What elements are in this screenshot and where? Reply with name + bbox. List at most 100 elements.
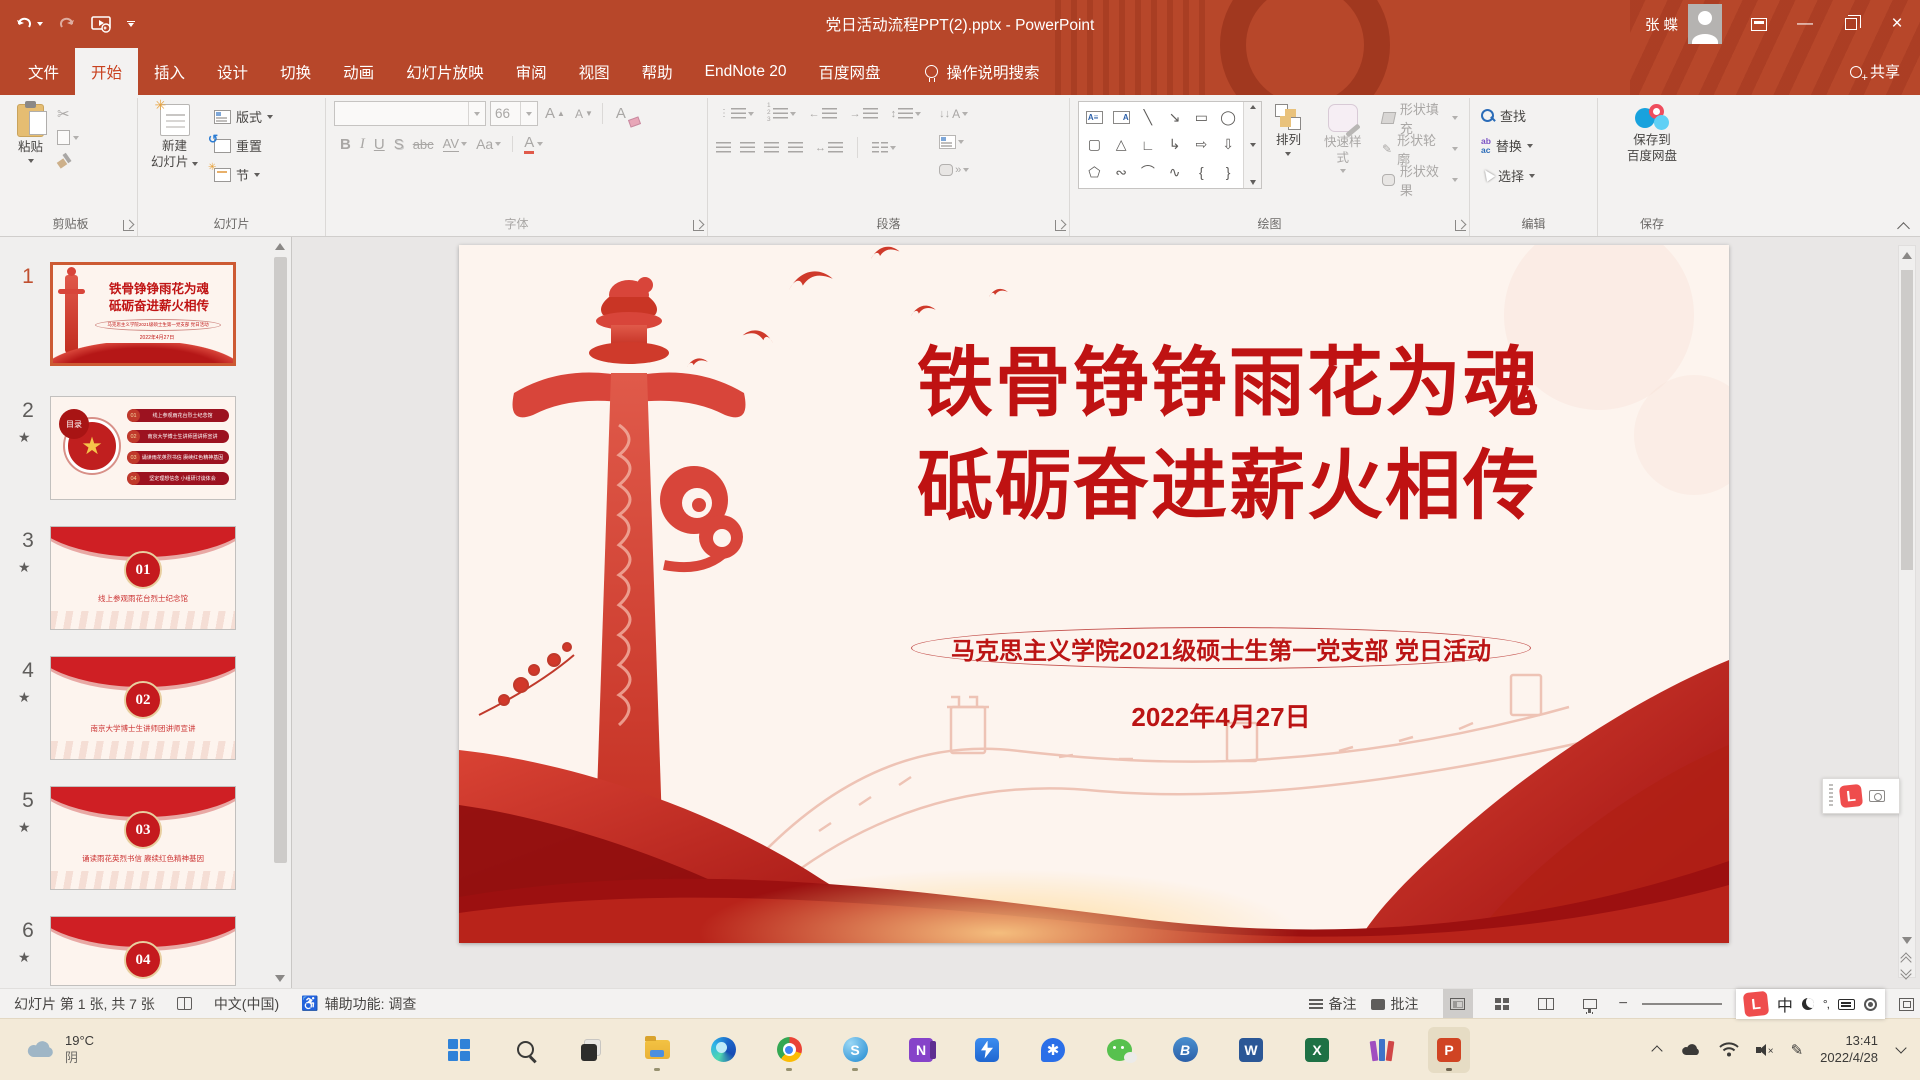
slide-thumbnail-2[interactable]: 目录 ★ 01线上参观雨花台烈士纪念馆 02南京大学博士生讲师团讲师宣讲 03诵… [50,396,236,500]
taskbar-search-button[interactable] [504,1027,546,1073]
justify-button[interactable] [788,142,803,154]
excel-icon[interactable]: X [1296,1027,1338,1073]
change-case-button[interactable]: Aa [476,136,501,152]
copy-button[interactable] [57,130,79,145]
tab-slideshow[interactable]: 幻灯片放映 [390,48,500,95]
account-name[interactable]: 张 蝶 [1645,14,1678,35]
shapes-more-button[interactable] [1250,180,1256,185]
word-icon[interactable]: W [1230,1027,1272,1073]
previous-slide-button[interactable] [1902,954,1912,960]
cut-button[interactable]: ✂ [57,105,79,123]
scribble-shape-icon[interactable]: ∾ [1115,164,1127,181]
volume-muted-icon[interactable]: × [1756,1043,1774,1057]
quick-styles-button[interactable]: 快速样式 [1314,101,1371,176]
slide-thumbnail-1[interactable]: 铁骨铮铮雨花为魂砥砺奋进薪火相传 马克思主义学院2021级硕士生第一党支部 党日… [50,262,236,366]
drag-handle-icon[interactable] [1829,784,1833,808]
restore-button[interactable] [1828,0,1874,48]
decrease-font-button[interactable]: A▼ [572,101,596,126]
start-slideshow-button[interactable] [91,16,111,33]
chrome-icon[interactable] [768,1027,810,1073]
taskbar-weather-widget[interactable]: 19°C 阴 [26,1033,94,1066]
slide-canvas[interactable]: 铁骨铮铮雨花为魂 砥砺奋进薪火相传 马克思主义学院2021级硕士生第一党支部 党… [459,245,1729,943]
slide-title-textbox[interactable]: 铁骨铮铮雨花为魂 砥砺奋进薪火相传 [829,333,1629,540]
arc-shape-icon[interactable]: ⌒ [1141,162,1155,182]
slide-thumbnail-5[interactable]: 03 诵读雨花英烈书信 赓续红色精神基因 [50,786,236,890]
numbering-button[interactable]: 123 [764,101,799,126]
font-name-combo[interactable] [334,101,486,126]
normal-view-button[interactable] [1443,989,1473,1019]
freeform-shape-icon[interactable]: ⬠ [1088,164,1100,181]
account-avatar[interactable] [1688,4,1722,44]
slide-subtitle-textbox[interactable]: 马克思主义学院2021级硕士生第一党支部 党日活动 [911,627,1531,669]
down-arrow-shape-icon[interactable]: ⇩ [1222,136,1234,153]
rectangle-shape-icon[interactable]: ▭ [1195,109,1208,126]
tab-endnote[interactable]: EndNote 20 [689,48,803,95]
redo-button[interactable] [59,16,75,32]
close-button[interactable]: × [1874,0,1920,48]
slide-sorter-view-button[interactable] [1487,989,1517,1019]
italic-button[interactable]: I [360,136,365,153]
shapes-scroll-down[interactable] [1250,143,1256,147]
paste-button[interactable]: 粘贴 [12,101,49,166]
thumbnail-scrollbar[interactable] [272,237,289,988]
left-brace-shape-icon[interactable]: { [1199,164,1204,180]
ime-mode-chinese[interactable]: 中 [1777,992,1793,1016]
new-slide-button[interactable]: 新建幻灯片 [146,101,203,173]
tab-transitions[interactable]: 切换 [264,48,327,95]
ime-logo-icon[interactable]: L [1839,784,1863,808]
oval-shape-icon[interactable]: ◯ [1220,109,1236,126]
align-center-button[interactable] [740,142,755,154]
thumb-scrollbar-thumb[interactable] [274,257,287,863]
align-text-button[interactable] [936,129,972,154]
tab-home[interactable]: 开始 [75,48,138,95]
slide-thumbnail-6[interactable]: 04 [50,916,236,986]
tab-help[interactable]: 帮助 [626,48,689,95]
strikethrough-button[interactable]: abc [413,137,434,152]
vertical-textbox-shape-icon[interactable]: A [1113,111,1130,124]
clipboard-dialog-launcher[interactable] [123,220,134,231]
font-size-combo[interactable]: 66 [490,101,538,126]
ime-status-bar[interactable]: L 中 °, [1736,989,1885,1019]
clear-formatting-button[interactable]: A [609,101,633,126]
slide-thumbnail-3[interactable]: 01 线上参观雨花台烈士纪念馆 [50,526,236,630]
pen-icon[interactable]: ✎ [1791,1041,1804,1059]
thunder-icon[interactable] [966,1027,1008,1073]
onenote-icon[interactable]: N [900,1027,942,1073]
align-left-button[interactable] [716,142,731,154]
select-button[interactable]: 选择 [1478,162,1538,189]
customize-qat-button[interactable] [127,21,135,28]
shape-fill-button[interactable]: 形状填充 [1379,104,1461,131]
tell-me-search[interactable]: 操作说明搜索 [925,48,1040,95]
shape-outline-button[interactable]: ✎形状轮廓 [1379,135,1461,162]
powerpoint-icon[interactable]: P [1428,1027,1470,1073]
notes-toggle[interactable]: 备注 [1309,994,1357,1014]
wechat-icon[interactable] [1098,1027,1140,1073]
font-dialog-launcher[interactable] [693,220,704,231]
tim-icon[interactable]: ✱ [1032,1027,1074,1073]
main-scroll-up-icon[interactable] [1902,252,1912,259]
tab-baidu-netdisk[interactable]: 百度网盘 [803,48,897,95]
distribute-button[interactable]: ↔ [812,135,846,160]
shapes-gallery[interactable]: A≡ A ╲ ↘ ▭ ◯ ▢ △ ∟ ↳ ⇨ ⇩ ⬠ ∾ ⌒ ∿ { } [1078,101,1262,189]
ime-logo-icon[interactable]: L [1743,991,1769,1017]
main-scrollbar-thumb[interactable] [1901,270,1913,570]
undo-button[interactable] [16,16,43,32]
right-arrow-shape-icon[interactable]: ⇨ [1195,136,1207,153]
winrar-icon[interactable] [1362,1027,1404,1073]
paragraph-dialog-launcher[interactable] [1055,220,1066,231]
character-spacing-button[interactable]: AV [443,136,467,152]
file-explorer-icon[interactable] [636,1027,678,1073]
accessibility-status[interactable]: ♿ 辅助功能: 调查 [301,994,416,1014]
replace-button[interactable]: abac替换 [1478,132,1538,159]
underline-button[interactable]: U [374,136,385,153]
thumb-scroll-up-icon[interactable] [275,243,285,250]
main-vertical-scrollbar[interactable] [1898,245,1916,978]
undo-dropdown-icon[interactable] [37,22,43,26]
drawing-dialog-launcher[interactable] [1455,220,1466,231]
tray-expand-icon[interactable] [1652,1046,1663,1053]
tab-animations[interactable]: 动画 [327,48,390,95]
reset-button[interactable]: 重置 [211,132,276,159]
increase-indent-button[interactable]: → [847,101,881,126]
edge-icon[interactable] [702,1027,744,1073]
share-button[interactable]: 共享 [1842,48,1908,95]
